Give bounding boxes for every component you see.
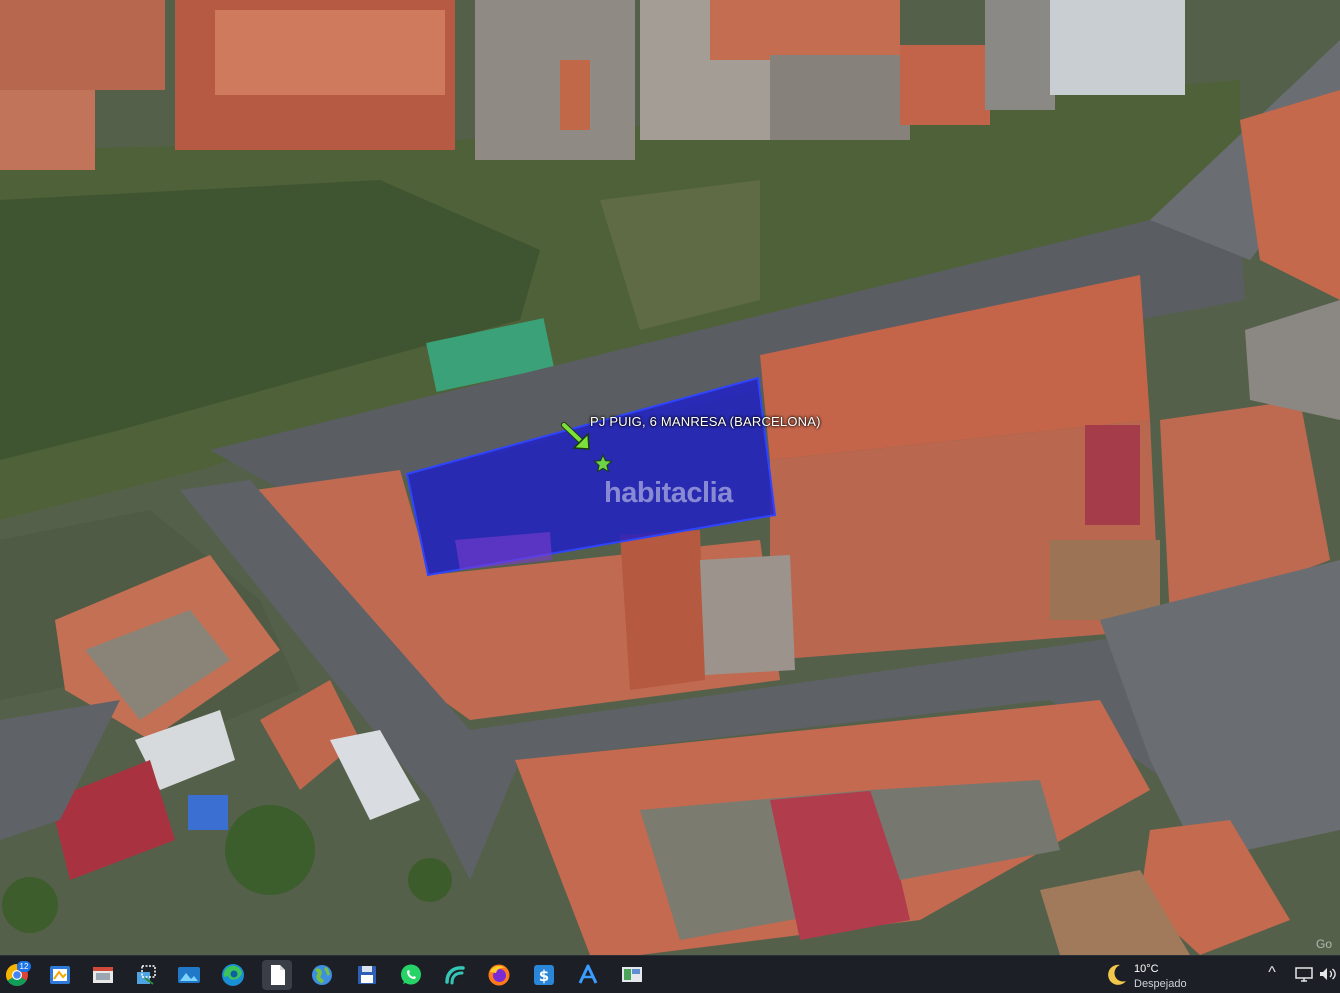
north-building	[1050, 0, 1185, 95]
north-building	[0, 0, 165, 90]
tree	[225, 805, 315, 895]
north-building	[985, 0, 1055, 110]
firefox-icon	[488, 964, 510, 986]
photos-icon	[178, 967, 200, 983]
taskbar-dollar-app[interactable]: $	[529, 960, 559, 990]
tray-chevron-icon[interactable]: ^	[1262, 963, 1282, 983]
taskbar-wave-app[interactable]	[440, 960, 470, 990]
taskbar-floppy-disk[interactable]	[352, 960, 382, 990]
floppy-disk-icon	[358, 966, 376, 984]
speaker-icon[interactable]	[1318, 966, 1338, 982]
north-building	[710, 0, 900, 60]
satellite-map[interactable]: PJ PUIG, 6 MANRESA (BARCELONA) habitacli…	[0, 0, 1340, 955]
snipping-tool-icon	[137, 965, 156, 985]
taskbar-firefox[interactable]	[484, 960, 514, 990]
dollar-app-icon: $	[534, 965, 554, 985]
habitaclia-watermark: habitaclia	[604, 477, 733, 509]
red-roof	[1085, 425, 1140, 525]
notification-badge: 12	[17, 961, 31, 972]
north-building	[475, 0, 635, 160]
vector-app-icon	[578, 964, 598, 984]
taskbar-photos[interactable]	[174, 960, 204, 990]
central-block	[620, 530, 705, 690]
taskbar-vector-app[interactable]	[573, 960, 603, 990]
taskbar-paint-app[interactable]	[45, 960, 75, 990]
map-attribution: Go	[1315, 937, 1332, 951]
wave-app-icon	[445, 966, 465, 985]
corner-building	[1245, 300, 1340, 420]
corner-building	[1240, 90, 1340, 300]
north-building	[560, 60, 590, 130]
pool	[188, 795, 228, 830]
taskbar-globe[interactable]	[307, 960, 337, 990]
window-app-icon	[93, 967, 113, 983]
taskbar-snipping-tool[interactable]	[131, 960, 161, 990]
north-building	[900, 45, 990, 125]
courtyard	[870, 780, 1060, 880]
svg-text:$: $	[539, 967, 549, 985]
north-building	[770, 55, 910, 140]
edge-icon	[222, 964, 244, 986]
file-icon	[271, 965, 285, 985]
paint-app-icon	[50, 966, 70, 984]
taskbar-monitor-app[interactable]	[617, 960, 647, 990]
weather-temperature: 10°C	[1134, 963, 1159, 975]
placemark-label: PJ PUIG, 6 MANRESA (BARCELONA)	[590, 414, 821, 429]
taskbar-edge[interactable]	[218, 960, 248, 990]
whatsapp-icon	[401, 964, 421, 985]
central-block	[700, 555, 795, 675]
tree	[2, 877, 58, 933]
weather-condition: Despejado	[1134, 978, 1187, 990]
moon-icon	[1108, 964, 1126, 985]
network-icon[interactable]	[1294, 966, 1314, 982]
tree	[408, 858, 452, 902]
taskbar-whatsapp[interactable]	[396, 960, 426, 990]
taskbar-file[interactable]	[262, 960, 292, 990]
taskbar: 12 $ 10°C Despejado ^	[0, 955, 1340, 993]
taskbar-window-app[interactable]	[88, 960, 118, 990]
tiled-roof	[1050, 540, 1160, 620]
globe-icon	[312, 965, 332, 985]
monitor-app-icon	[622, 967, 642, 982]
north-building	[215, 10, 445, 95]
north-building	[0, 90, 95, 170]
